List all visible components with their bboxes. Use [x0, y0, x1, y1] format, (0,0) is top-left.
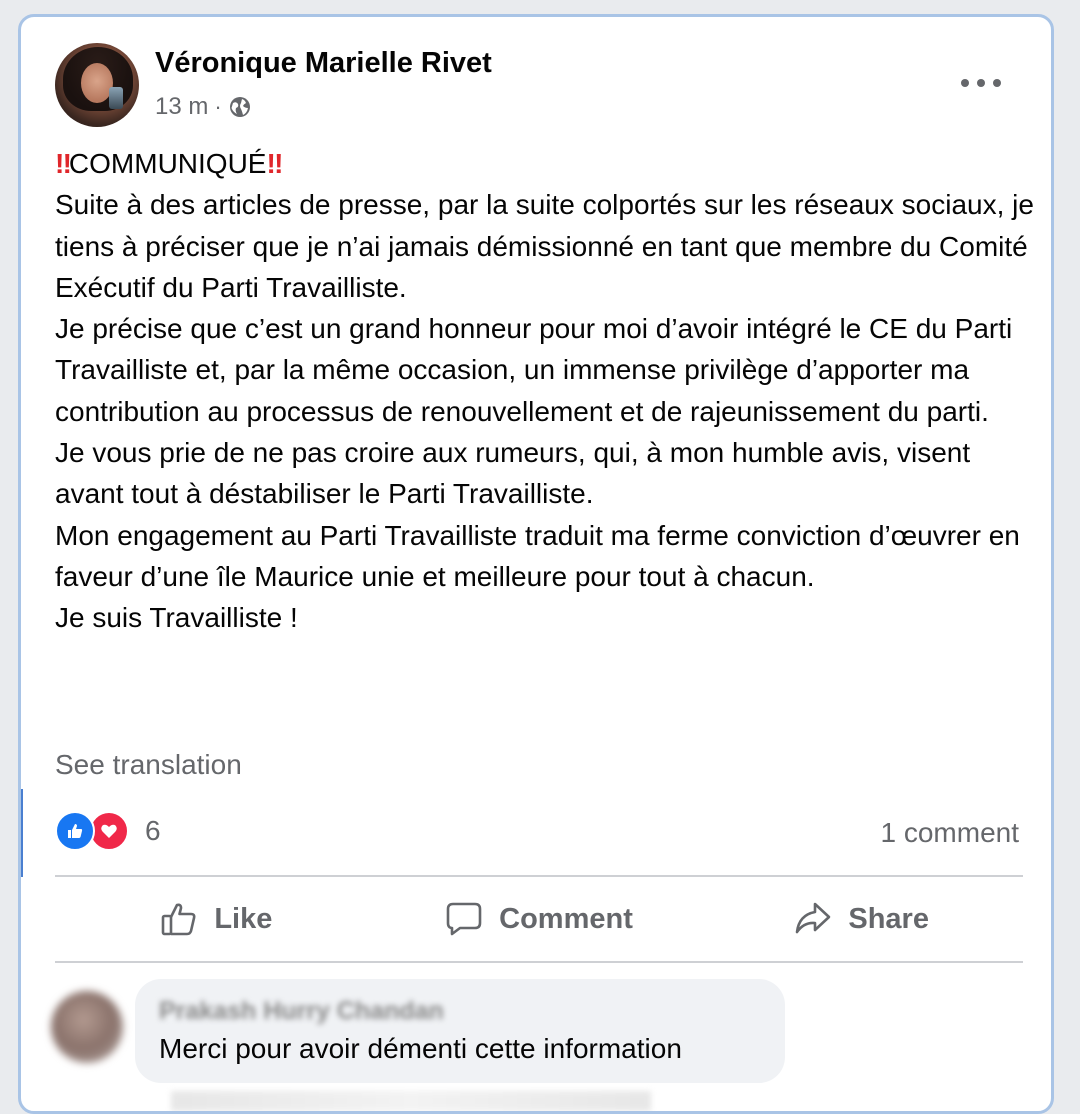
post-card: Véronique Marielle Rivet 13 m · ‼COMMUNI… — [18, 14, 1054, 1114]
post-heading: ‼COMMUNIQUÉ‼ — [55, 143, 1035, 184]
reaction-count: 6 — [145, 815, 161, 846]
divider — [55, 961, 1023, 963]
speech-bubble-icon — [446, 902, 482, 936]
comment-text: Merci pour avoir démenti cette informati… — [159, 1033, 682, 1064]
commenter-name[interactable]: Prakash Hurry Chandan — [159, 997, 444, 1026]
blurred-comment-actions — [171, 1091, 651, 1111]
post-paragraph: Je suis Travailliste ! — [55, 602, 298, 634]
post-body: ‼COMMUNIQUÉ‼ Suite à des articles de pre… — [55, 143, 1035, 639]
like-label: Like — [214, 902, 273, 935]
see-translation-link[interactable]: See translation — [55, 749, 242, 781]
comment-count[interactable]: 1 comment — [881, 817, 1020, 849]
meta-separator: · — [214, 94, 222, 119]
comment-bubble: Prakash Hurry Chandan Merci pour avoir d… — [135, 979, 785, 1083]
author-name[interactable]: Véronique Marielle Rivet — [155, 47, 492, 80]
like-button[interactable]: Like — [55, 879, 378, 959]
comment-button[interactable]: Comment — [378, 879, 701, 959]
author-avatar[interactable] — [55, 43, 139, 127]
share-label: Share — [848, 902, 929, 935]
globe-icon[interactable] — [228, 95, 252, 119]
post-meta: 13 m · — [155, 93, 252, 121]
post-paragraph: Mon engagement au Parti Travailliste tra… — [55, 519, 1020, 592]
double-exclamation-icon: ‼ — [266, 148, 283, 179]
love-reaction-icon — [89, 811, 129, 851]
double-exclamation-icon: ‼ — [55, 148, 72, 179]
comment-item: Prakash Hurry Chandan Merci pour avoir d… — [51, 979, 1051, 1089]
post-heading-text: COMMUNIQUÉ — [68, 148, 267, 179]
thumbs-up-icon — [162, 903, 196, 936]
focus-accent — [21, 789, 23, 877]
post-paragraph: Je précise que c’est un grand honneur po… — [55, 313, 1013, 427]
reactions-summary[interactable]: 6 — [55, 811, 161, 851]
more-options-icon[interactable] — [961, 75, 1001, 91]
post-time[interactable]: 13 m — [155, 93, 208, 121]
commenter-avatar[interactable] — [51, 991, 123, 1063]
action-bar: Like Comment Share — [55, 879, 1023, 959]
share-button[interactable]: Share — [700, 879, 1023, 959]
comment-label: Comment — [499, 902, 633, 935]
like-reaction-icon — [55, 811, 95, 851]
share-arrow-icon — [796, 902, 831, 934]
divider — [55, 875, 1023, 877]
post-paragraph: Suite à des articles de presse, par la s… — [55, 189, 1034, 303]
post-paragraph: Je vous prie de ne pas croire aux rumeur… — [55, 437, 971, 510]
